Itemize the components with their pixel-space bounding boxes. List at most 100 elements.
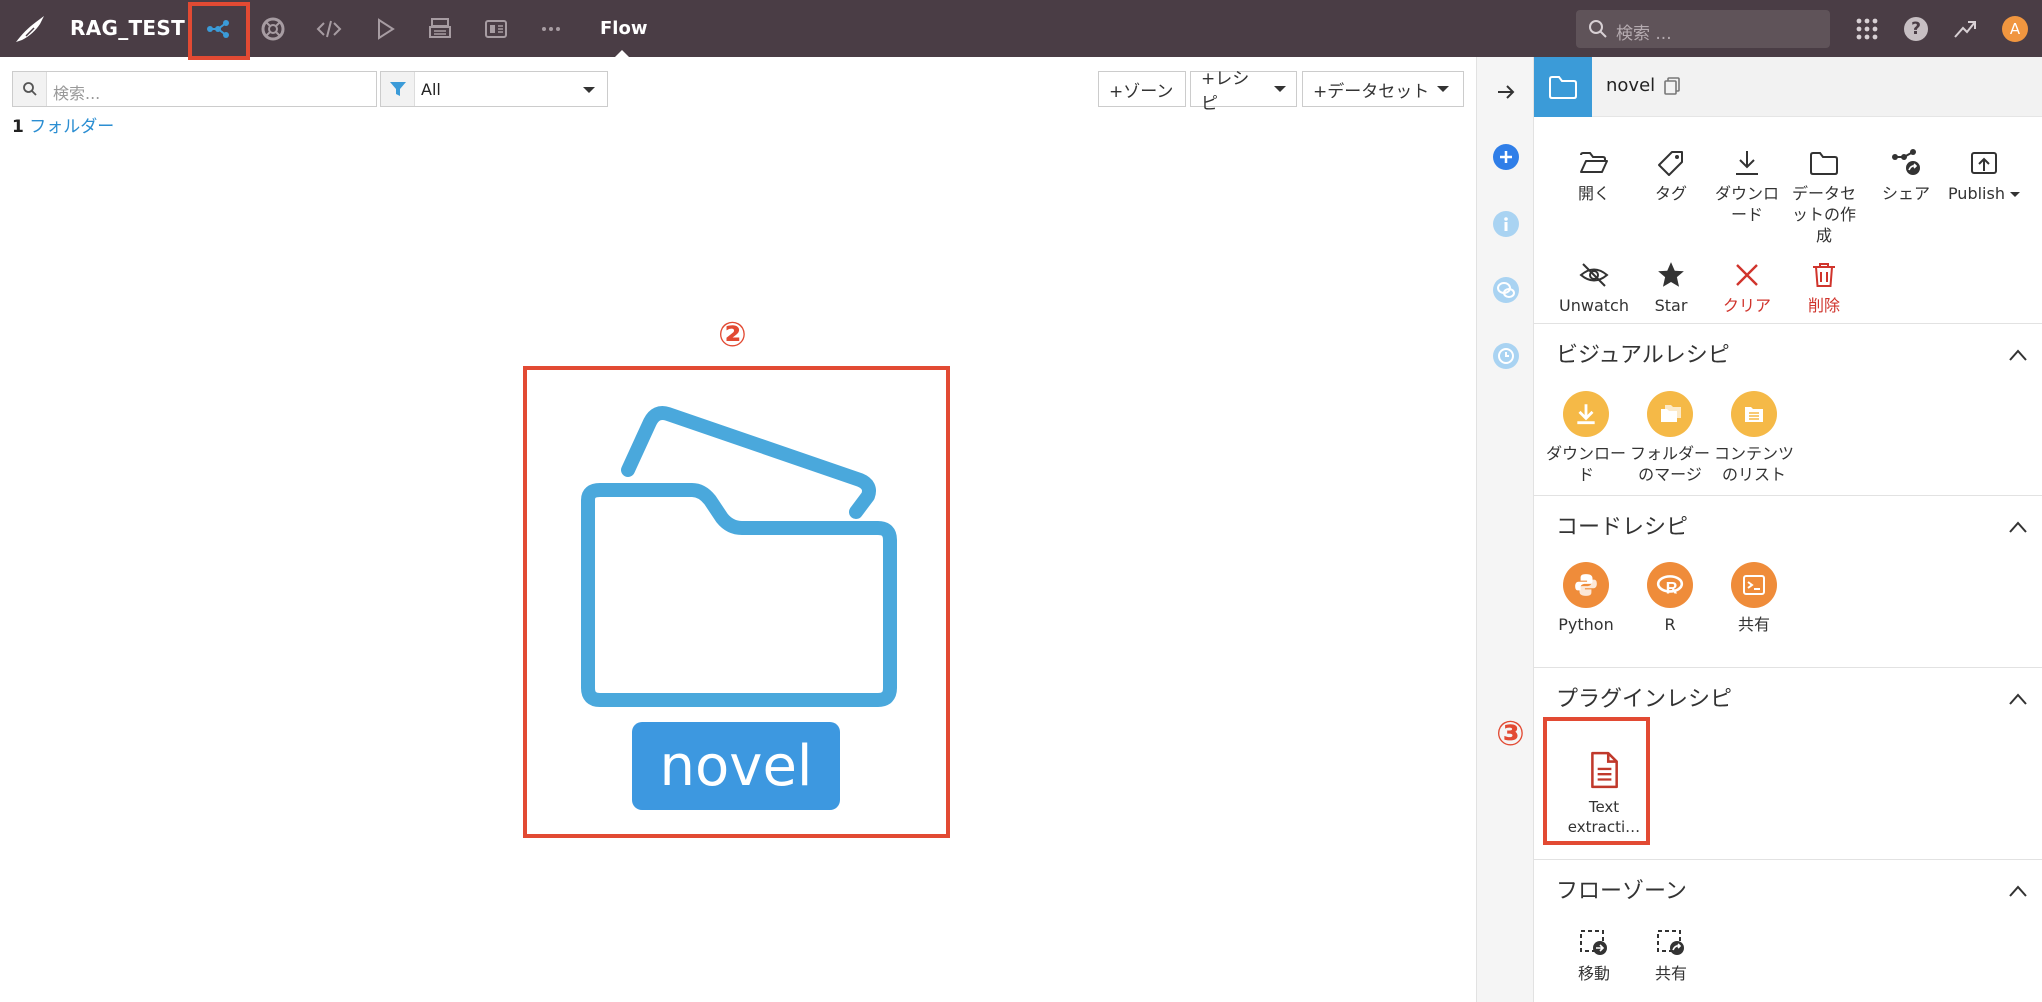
star-action[interactable]: Star — [1631, 257, 1711, 316]
zone-move-label: 移動 — [1577, 964, 1610, 983]
python-icon — [1563, 562, 1609, 608]
clear-action[interactable]: クリア — [1710, 257, 1784, 316]
trend-icon[interactable] — [1950, 14, 1980, 44]
lifebuoy-nav-icon[interactable] — [256, 12, 290, 46]
add-dataset-button[interactable]: +データセット — [1302, 71, 1464, 107]
flow-tab-label[interactable]: Flow — [600, 18, 647, 39]
section-divider — [1534, 323, 2042, 324]
project-name[interactable]: RAG_TEST — [70, 16, 185, 40]
add-dataset-label: +データセット — [1313, 81, 1430, 102]
download-action[interactable]: ダウンロード — [1710, 145, 1784, 225]
share-label: シェア — [1881, 184, 1930, 203]
flow-search-input[interactable]: 検索... — [12, 71, 377, 107]
visual-recipe-label: コンテンツのリスト — [1713, 444, 1794, 484]
section-divider — [1534, 667, 2042, 668]
flow-filter-value: All — [421, 80, 441, 99]
chevron-up-icon[interactable] — [2008, 691, 2028, 705]
plugin-recipes-title: プラグインレシピ — [1556, 687, 1733, 712]
code-recipe-python[interactable]: Python — [1544, 562, 1628, 635]
object-count: 1 フォルダー — [12, 112, 114, 137]
visual-recipe-label: ダウンロード — [1545, 444, 1626, 484]
object-count-number: 1 — [12, 117, 24, 137]
discussion-icon[interactable] — [1491, 275, 1521, 305]
code-recipe-r[interactable]: R R — [1628, 562, 1712, 635]
info-circle-icon[interactable] — [1491, 209, 1521, 239]
chevron-down-icon — [1437, 86, 1450, 92]
apps-grid-icon[interactable] — [1852, 14, 1882, 44]
annotation-box-3 — [1543, 717, 1650, 845]
code-recipes-title: コードレシピ — [1556, 515, 1689, 540]
chevron-down-icon — [2010, 192, 2021, 197]
open-action[interactable]: 開く — [1554, 145, 1634, 204]
chevron-up-icon[interactable] — [2008, 883, 2028, 897]
collapse-arrow-icon[interactable] — [1491, 77, 1521, 107]
top-navigation-bar: RAG_TEST Flow 検索 ... ? A — [0, 0, 2042, 58]
open-folder-icon — [1554, 145, 1634, 181]
chevron-down-icon — [583, 87, 595, 93]
user-avatar[interactable]: A — [2000, 14, 2030, 44]
delete-label: 削除 — [1807, 296, 1840, 315]
avatar-initial: A — [2002, 16, 2028, 42]
app-root: RAG_TEST Flow 検索 ... ? A 検索... All 1 フォル… — [0, 0, 2042, 1002]
eye-slash-icon — [1554, 257, 1634, 293]
print-nav-icon[interactable] — [423, 12, 457, 46]
open-label: 開く — [1577, 184, 1610, 203]
r-language-icon: R — [1647, 562, 1693, 608]
download-label: ダウンロード — [1714, 184, 1779, 224]
code-recipe-label: 共有 — [1737, 615, 1770, 634]
zone-share-action[interactable]: 共有 — [1631, 925, 1711, 984]
flow-filter-select[interactable]: All — [380, 71, 608, 107]
annotation-box-1 — [188, 2, 250, 60]
more-nav-icon[interactable] — [534, 12, 568, 46]
tag-action[interactable]: タグ — [1631, 145, 1711, 204]
delete-action[interactable]: 削除 — [1787, 257, 1861, 316]
visual-recipe-label: フォルダーのマージ — [1629, 444, 1710, 484]
share-flow-icon — [1866, 145, 1946, 181]
dataiku-bird-logo-icon[interactable] — [14, 14, 46, 44]
chevron-up-icon[interactable] — [2008, 519, 2028, 533]
copy-icon[interactable] — [1662, 76, 1682, 100]
visual-recipes-title: ビジュアルレシピ — [1556, 343, 1730, 368]
create-dataset-label: データセットの作成 — [1791, 184, 1856, 245]
visual-recipe-list-contents[interactable]: コンテンツのリスト — [1712, 391, 1796, 485]
code-recipe-shared[interactable]: 共有 — [1712, 562, 1796, 635]
section-divider — [1534, 495, 2042, 496]
history-clock-icon[interactable] — [1491, 341, 1521, 371]
add-circle-icon[interactable] — [1491, 142, 1521, 172]
dashboard-nav-icon[interactable] — [479, 12, 513, 46]
visual-recipe-merge-folder[interactable]: フォルダーのマージ — [1628, 391, 1712, 485]
close-x-icon — [1710, 257, 1784, 293]
merge-folder-icon — [1647, 391, 1693, 437]
code-nav-icon[interactable] — [312, 12, 346, 46]
publish-action[interactable]: Publish — [1942, 145, 2026, 204]
add-recipe-button[interactable]: +レシピ — [1190, 69, 1297, 114]
search-icon — [1588, 19, 1608, 39]
global-search-input[interactable]: 検索 ... — [1576, 10, 1830, 48]
help-icon[interactable]: ? — [1901, 14, 1931, 44]
download-icon — [1710, 145, 1784, 181]
star-icon — [1631, 257, 1711, 293]
share-action[interactable]: シェア — [1866, 145, 1946, 204]
play-nav-icon[interactable] — [368, 12, 402, 46]
add-recipe-label: +レシピ — [1201, 69, 1250, 114]
create-dataset-action[interactable]: データセットの作成 — [1787, 145, 1861, 246]
annotation-number-3: ③ — [1496, 714, 1525, 754]
zone-move-action[interactable]: 移動 — [1554, 925, 1634, 984]
unwatch-action[interactable]: Unwatch — [1554, 257, 1634, 316]
add-zone-button[interactable]: +ゾーン — [1098, 71, 1186, 107]
folder-node-label[interactable]: novel — [632, 722, 840, 810]
section-divider — [1534, 859, 2042, 860]
flow-tab-caret — [614, 50, 630, 58]
publish-icon — [1942, 145, 2026, 181]
download-recipe-icon — [1563, 391, 1609, 437]
global-search-placeholder: 検索 ... — [1616, 24, 1672, 44]
flow-search-placeholder: 検索... — [53, 84, 101, 103]
folder-count-link[interactable]: フォルダー — [29, 117, 114, 137]
help-icon-glyph: ? — [1904, 17, 1928, 41]
panel-header: novel — [1534, 57, 2042, 117]
terminal-icon — [1731, 562, 1777, 608]
managed-folder-node-icon[interactable] — [560, 400, 900, 710]
visual-recipe-download[interactable]: ダウンロード — [1544, 391, 1628, 485]
publish-label: Publish — [1947, 184, 2005, 203]
chevron-up-icon[interactable] — [2008, 347, 2028, 361]
